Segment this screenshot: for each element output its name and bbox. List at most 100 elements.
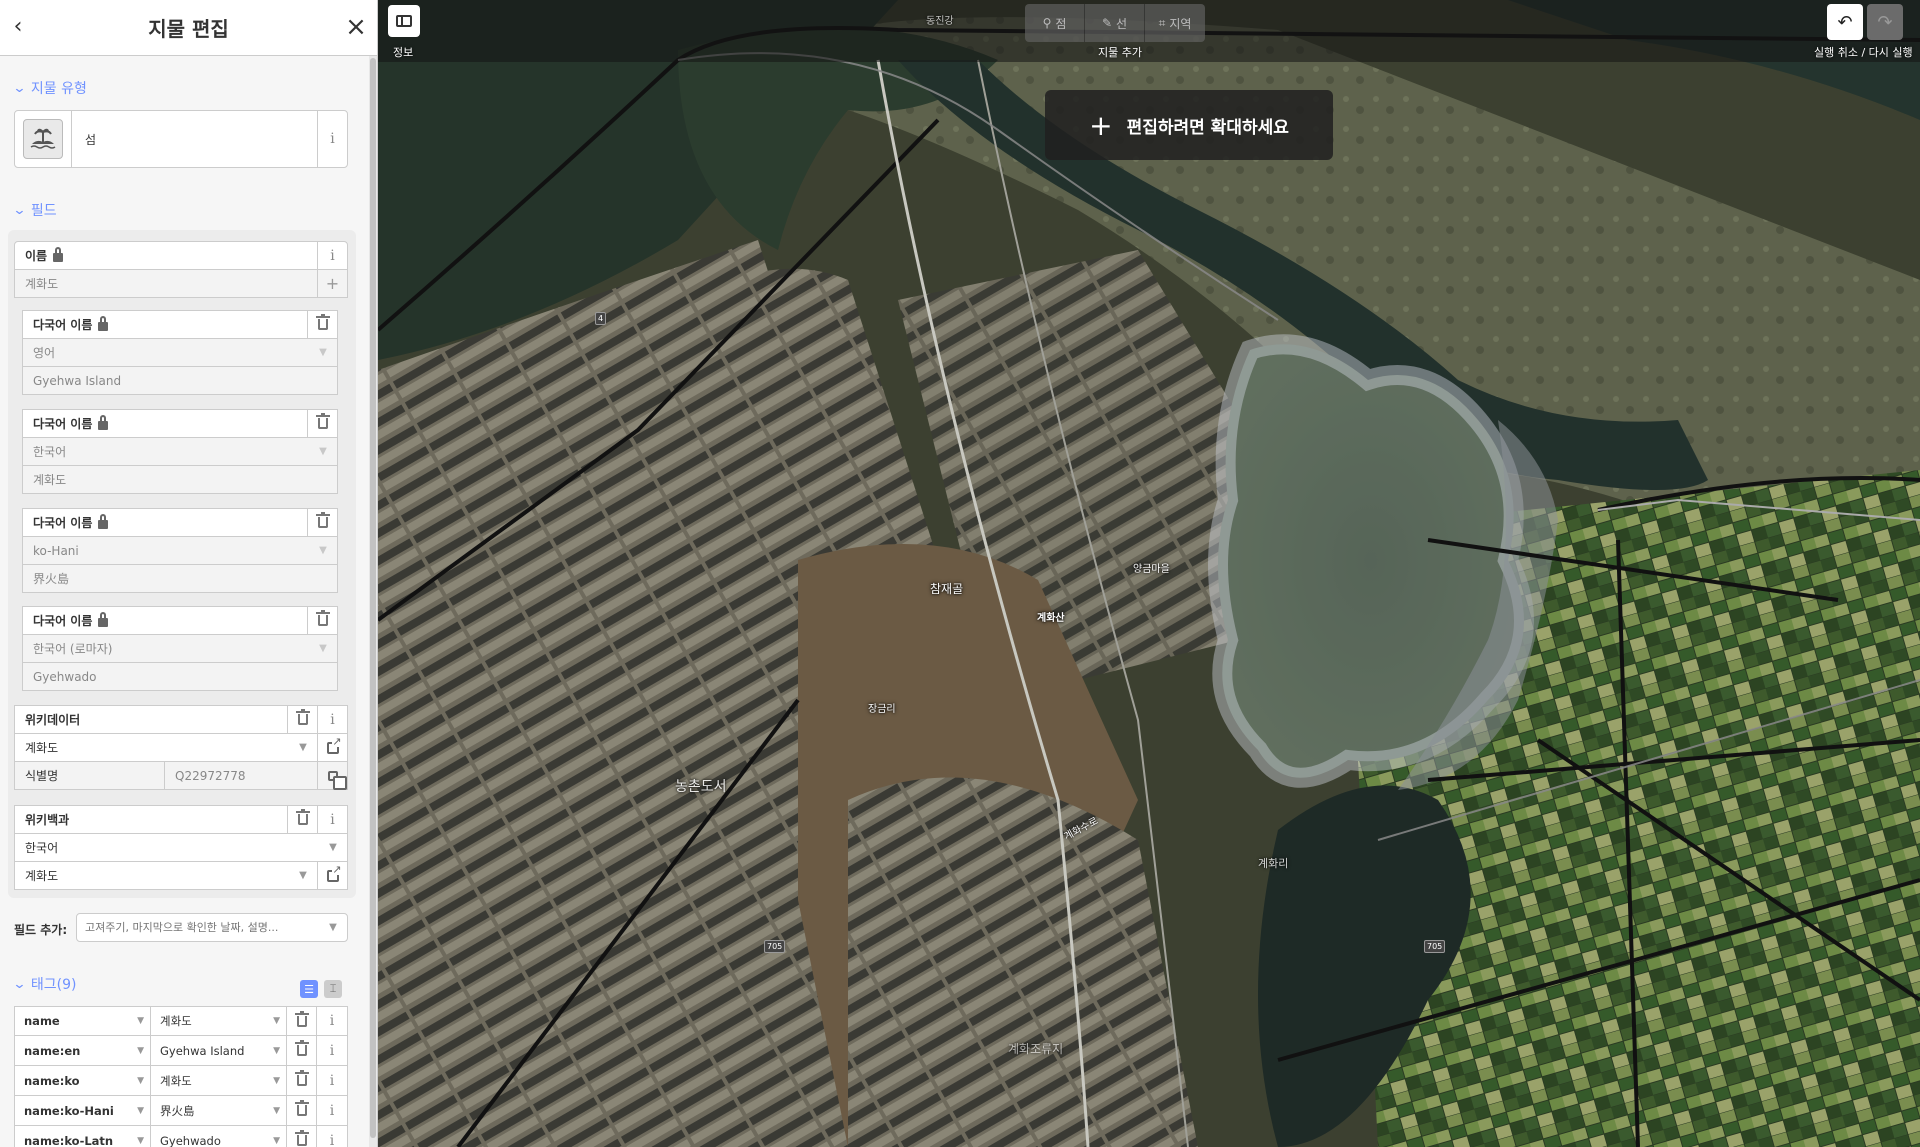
wikipedia-language-select[interactable]: 한국어 ▼ [14, 833, 348, 862]
language-select[interactable]: ko-Hani ▼ [22, 536, 338, 565]
add-line-button[interactable]: ✎ 선 [1085, 4, 1145, 42]
language-select[interactable]: 한국어 (로마자) ▼ [22, 634, 338, 663]
chevron-down-icon: ▼ [319, 545, 327, 556]
add-feature-label: 지물 추가 [1098, 46, 1142, 59]
tag-info-button[interactable]: i [317, 1036, 347, 1065]
add-field-input[interactable] [77, 921, 319, 934]
multilingual-header: 다국어 이름 [22, 606, 338, 635]
delete-button[interactable] [307, 607, 337, 634]
add-field-combo[interactable]: ▼ [76, 913, 348, 942]
tag-key-input[interactable]: name ▼ [15, 1007, 151, 1035]
undo-icon: ↶ [1837, 11, 1853, 33]
wikipedia-delete-button[interactable] [287, 806, 317, 833]
external-link-icon [326, 863, 342, 882]
tag-value-input[interactable]: 계화도 ▼ [151, 1007, 287, 1035]
tag-key-input[interactable]: name:ko ▼ [15, 1066, 151, 1095]
preset-selector[interactable]: 섬 i [14, 110, 348, 168]
localized-name-input[interactable]: Gyehwa Island [22, 366, 338, 395]
add-area-button[interactable]: ⌗ 지역 [1145, 4, 1205, 42]
wikidata-label: 위키데이터 [25, 713, 81, 727]
tag-info-button[interactable]: i [317, 1096, 347, 1125]
wikipedia-title-value: 계화도 [25, 869, 59, 883]
wikidata-info-button[interactable]: i [317, 706, 347, 733]
close-icon[interactable]: × [343, 12, 369, 42]
delete-button[interactable] [307, 311, 337, 338]
map-label-nongchon: 농촌도서 [675, 779, 727, 795]
text-view-icon[interactable]: ⌶ [324, 980, 342, 998]
tag-delete-button[interactable] [287, 1007, 317, 1035]
info-icon: i [330, 811, 335, 828]
wikipedia-info-button[interactable]: i [317, 806, 347, 833]
tag-delete-button[interactable] [287, 1096, 317, 1125]
localized-name-input[interactable]: 界火島 [22, 564, 338, 593]
trash-icon [294, 1100, 309, 1116]
tag-value-input[interactable]: Gyehwado ▼ [151, 1126, 287, 1147]
tag-delete-button[interactable] [287, 1126, 317, 1147]
tag-key-input[interactable]: name:en ▼ [15, 1036, 151, 1065]
delete-button[interactable] [307, 410, 337, 437]
add-field-label: 필드 추가: [14, 923, 68, 937]
language-value: ko-Hani [33, 543, 79, 558]
info-panel-button[interactable] [388, 5, 420, 37]
tag-info-button[interactable]: i [317, 1066, 347, 1095]
chevron-down-icon: ▼ [319, 446, 327, 457]
tag-key-input[interactable]: name:ko-Latn ▼ [15, 1126, 151, 1147]
tag-value-input[interactable]: 계화도 ▼ [151, 1066, 287, 1095]
wikidata-delete-button[interactable] [287, 706, 317, 733]
area-icon: ⌗ [1158, 15, 1166, 30]
copy-id-button[interactable] [317, 762, 347, 790]
tag-value-input[interactable]: 界火島 ▼ [151, 1096, 287, 1125]
tag-delete-button[interactable] [287, 1066, 317, 1095]
fields-section-toggle[interactable]: ⌄ 필드 [12, 200, 57, 220]
back-icon[interactable]: ‹ [6, 14, 30, 39]
wikipedia-title-input[interactable]: 계화도 ▼ [14, 861, 348, 890]
zoom-to-edit-notice[interactable]: + 편집하려면 확대하세요 [1045, 90, 1333, 160]
lock-icon [98, 611, 109, 627]
redo-button[interactable]: ↷ [1867, 4, 1903, 40]
tag-delete-button[interactable] [287, 1036, 317, 1065]
tag-key-input[interactable]: name:ko-Hani ▼ [15, 1096, 151, 1125]
name-info-button[interactable]: i [317, 242, 347, 269]
wikidata-search-input[interactable]: 계화도 ▼ [14, 733, 348, 762]
map-view[interactable]: 정보 ⚲ 점 ✎ 선 ⌗ 지역 지물 추가 ↶ ↷ 실행 취소 / 다시 실행 + 편… [378, 0, 1920, 1147]
wikidata-id-value: Q22972778 [175, 768, 246, 783]
list-view-icon[interactable]: ☰ [300, 980, 318, 998]
copy-icon [327, 770, 347, 790]
wikipedia-open-button[interactable] [317, 862, 347, 889]
add-localized-name-button[interactable]: + [317, 270, 347, 297]
preset-info-button[interactable]: i [317, 111, 347, 167]
name-input[interactable]: 계화도 + [14, 269, 348, 298]
map-label-yanggeum: 양금마을 [1133, 564, 1170, 575]
wikipedia-label: 위키백과 [25, 813, 70, 827]
multilingual-header: 다국어 이름 [22, 508, 338, 537]
trash-icon [294, 1130, 309, 1146]
chevron-down-icon: ▼ [319, 347, 327, 358]
lock-icon [98, 315, 109, 331]
multilingual-label: 다국어 이름 [33, 417, 93, 431]
localized-name-input[interactable]: Gyehwado [22, 662, 338, 691]
info-icon: i [330, 131, 335, 147]
chevron-down-icon: ▼ [273, 1016, 280, 1026]
undo-redo-label: 실행 취소 / 다시 실행 [1814, 46, 1913, 59]
feature-type-section-toggle[interactable]: ⌄ 지물 유형 [12, 78, 87, 98]
fields-section-label: 필드 [30, 203, 57, 219]
language-select[interactable]: 한국어 ▼ [22, 437, 338, 466]
sidebar-toggle-icon [396, 15, 412, 27]
trash-icon [294, 1040, 309, 1056]
language-select[interactable]: 영어 ▼ [22, 338, 338, 367]
wikipedia-language-value: 한국어 [25, 841, 59, 855]
add-point-button[interactable]: ⚲ 점 [1025, 4, 1085, 42]
localized-name-input[interactable]: 계화도 [22, 465, 338, 494]
tag-info-button[interactable]: i [317, 1007, 347, 1035]
sidebar-scrollbar-thumb[interactable] [370, 58, 376, 1138]
add-area-label: 지역 [1169, 16, 1192, 31]
wikidata-open-button[interactable] [317, 734, 347, 761]
add-point-label: 점 [1055, 16, 1067, 31]
chevron-down-icon: ⌄ [12, 80, 27, 96]
tag-info-button[interactable]: i [317, 1126, 347, 1147]
tags-section-toggle[interactable]: ⌄ 태그(9) [12, 974, 76, 994]
delete-button[interactable] [307, 509, 337, 536]
map-label-reservoir: 계화조류지 [1008, 1042, 1064, 1056]
tag-value-input[interactable]: Gyehwa Island ▼ [151, 1036, 287, 1065]
undo-button[interactable]: ↶ [1827, 4, 1863, 40]
